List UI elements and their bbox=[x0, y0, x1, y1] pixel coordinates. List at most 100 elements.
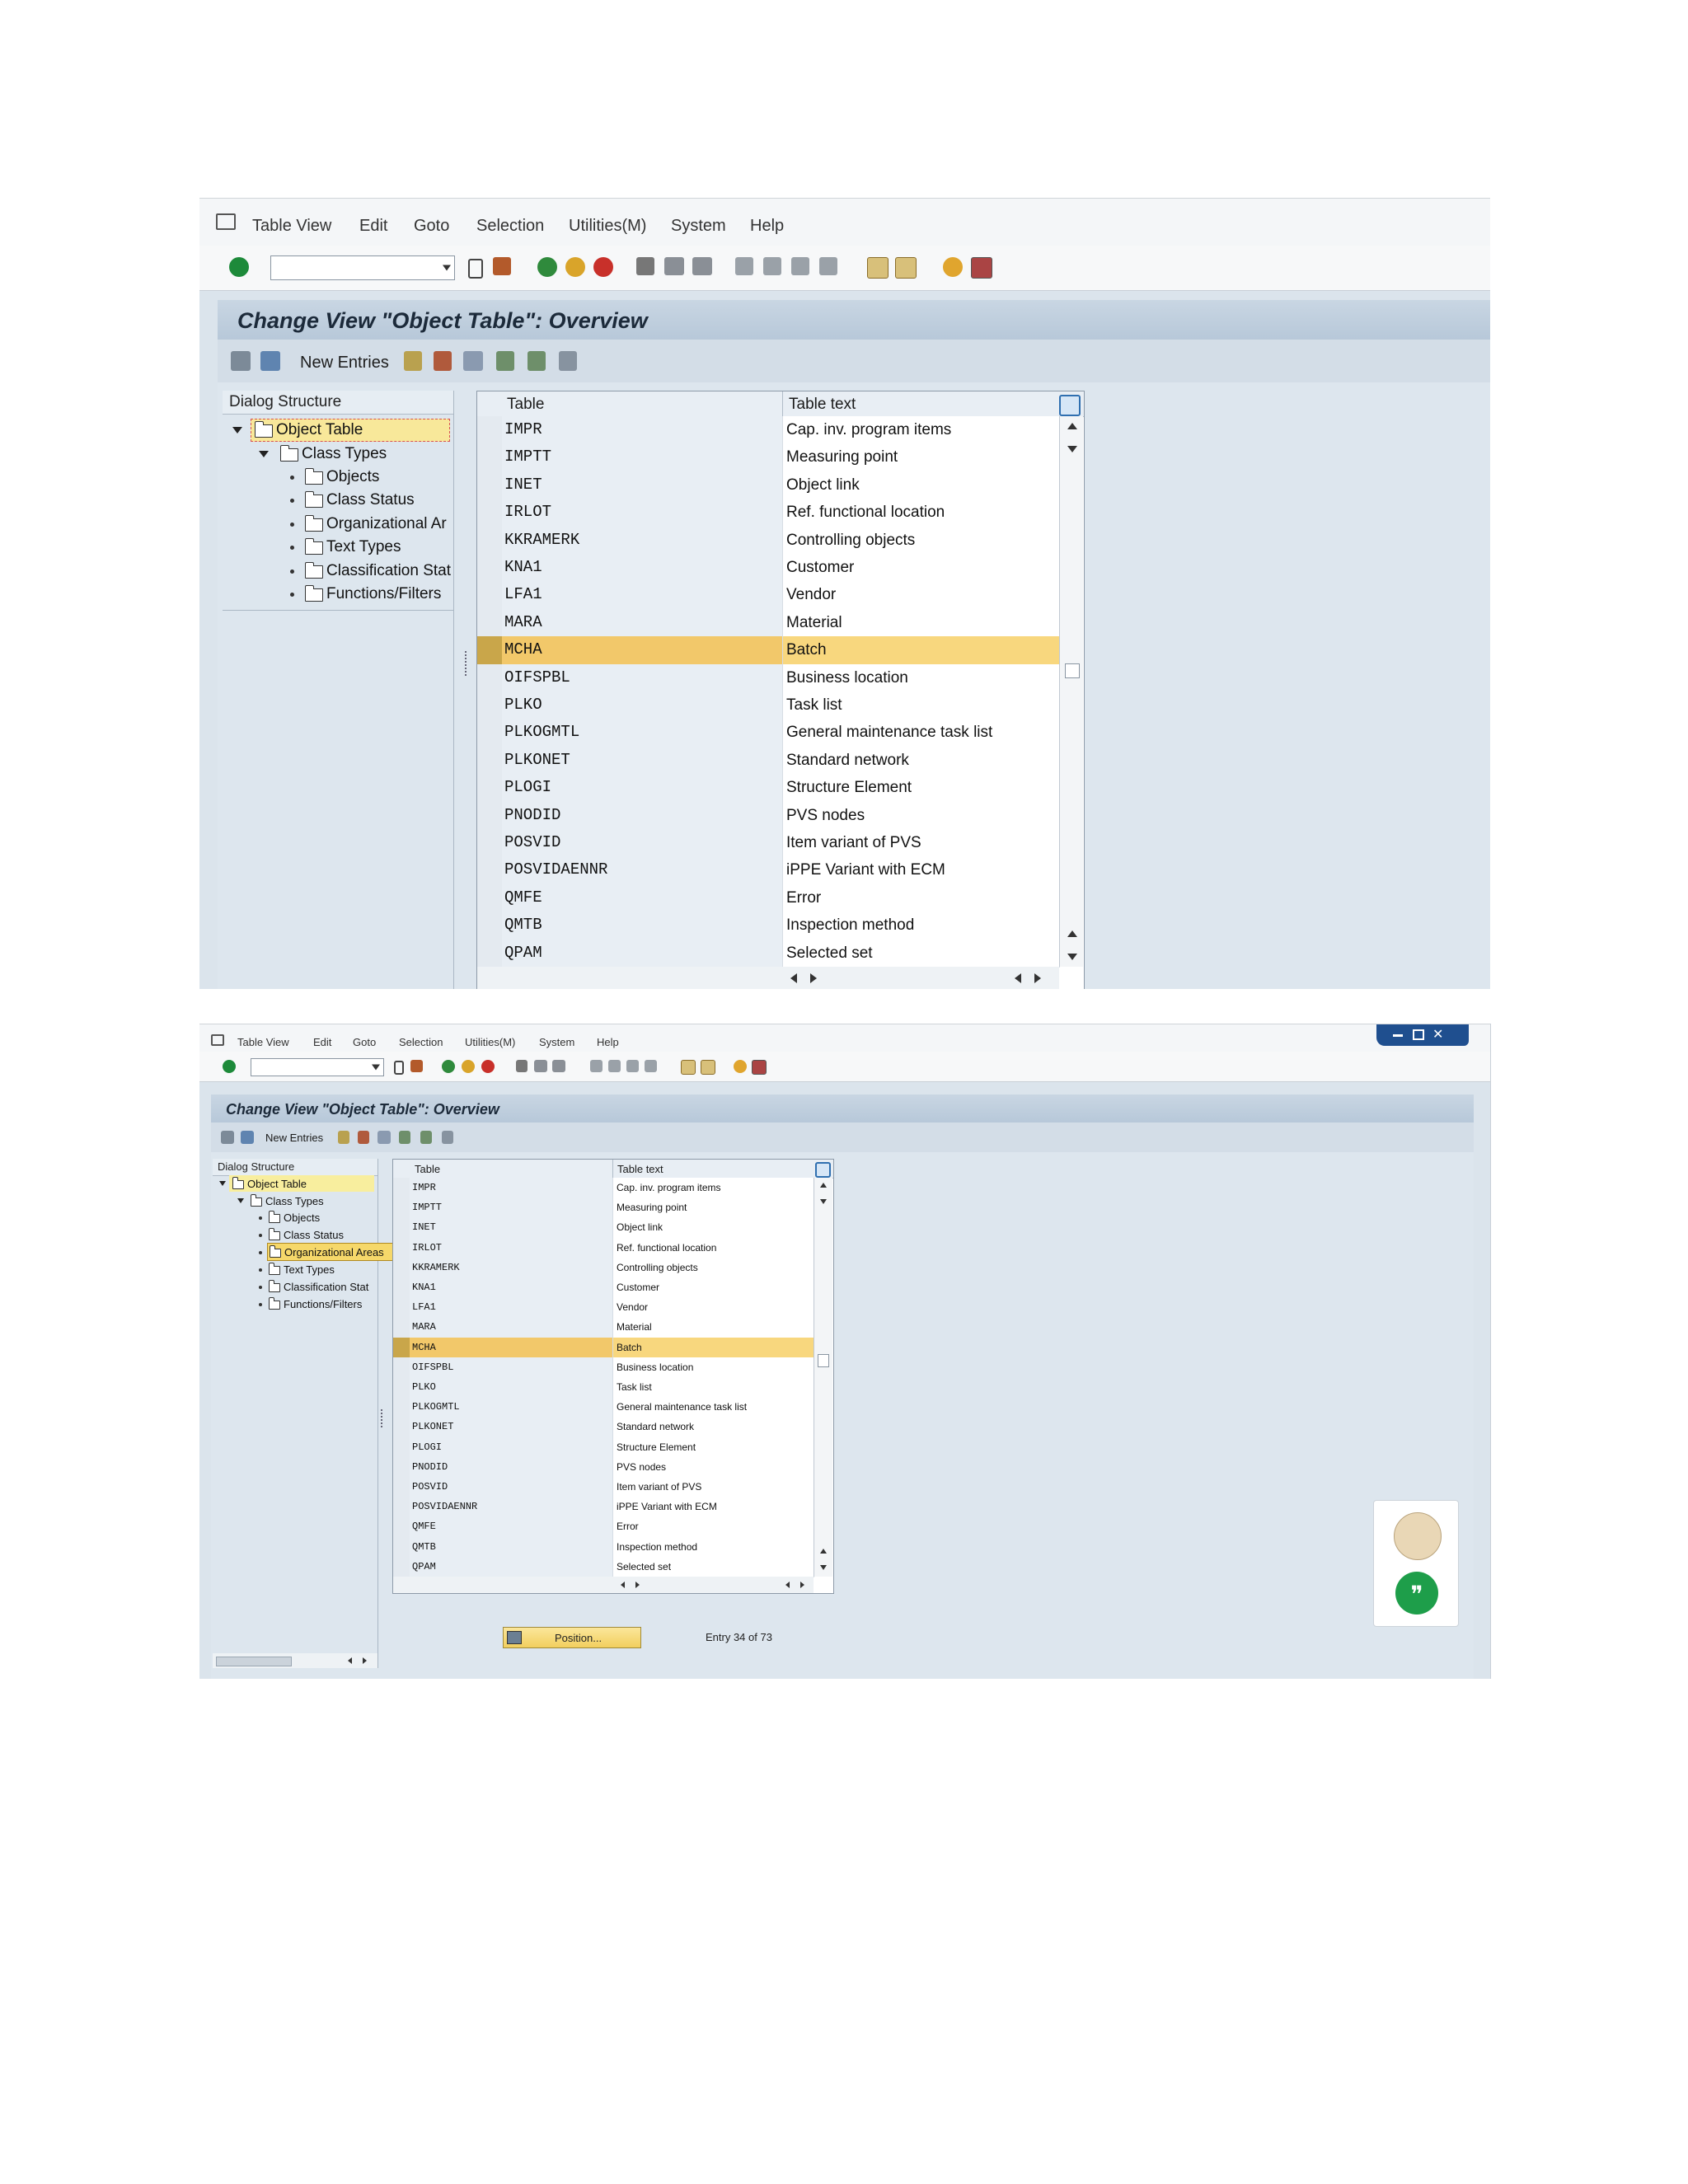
copy-as-icon[interactable] bbox=[404, 351, 422, 371]
table-row[interactable]: INET Object link bbox=[393, 1217, 814, 1239]
scroll-right-icon[interactable] bbox=[810, 973, 817, 983]
row-selector[interactable] bbox=[393, 1477, 410, 1497]
table-row[interactable]: PLKO Task list bbox=[477, 691, 1060, 720]
cell-table-text[interactable]: Inspection method bbox=[782, 912, 1060, 940]
last-page-icon[interactable] bbox=[645, 1060, 657, 1072]
menu-goto[interactable]: Goto bbox=[353, 1036, 376, 1048]
scroll-left-icon[interactable] bbox=[348, 1657, 352, 1664]
scroll-left-icon[interactable] bbox=[790, 973, 797, 983]
table-row[interactable]: QPAM Selected set bbox=[477, 939, 1060, 968]
row-selector[interactable] bbox=[477, 774, 503, 802]
help-icon[interactable] bbox=[734, 1060, 747, 1073]
row-selector[interactable] bbox=[477, 856, 503, 884]
table-row[interactable]: QPAM Selected set bbox=[393, 1556, 814, 1577]
scroll-page-up-icon[interactable] bbox=[820, 1549, 827, 1554]
print-icon[interactable] bbox=[516, 1060, 528, 1072]
scroll-page-down-icon[interactable] bbox=[820, 1565, 827, 1570]
layout-icon[interactable] bbox=[752, 1060, 767, 1075]
cell-table[interactable]: POSVID bbox=[502, 829, 785, 858]
cell-table[interactable]: IRLOT bbox=[410, 1237, 615, 1258]
green-back-icon[interactable] bbox=[442, 1060, 455, 1073]
splitter-handle[interactable] bbox=[465, 651, 469, 676]
cell-table[interactable]: MCHA bbox=[410, 1337, 615, 1358]
table-row[interactable]: PLKONET Standard network bbox=[477, 746, 1060, 776]
new-entries-button[interactable]: New Entries bbox=[265, 1132, 323, 1144]
select-all-icon[interactable] bbox=[496, 351, 514, 371]
row-selector[interactable] bbox=[477, 912, 503, 940]
find-next-icon[interactable] bbox=[692, 257, 712, 275]
table-settings-icon[interactable] bbox=[1059, 395, 1081, 416]
chat-quote-icon[interactable]: ❞ bbox=[1395, 1572, 1438, 1615]
table-row[interactable]: POSVID Item variant of PVS bbox=[477, 829, 1060, 858]
cell-table-text[interactable]: Business location bbox=[612, 1357, 814, 1378]
table-row[interactable]: IRLOT Ref. functional location bbox=[393, 1237, 814, 1258]
menu-selection[interactable]: Selection bbox=[399, 1036, 443, 1048]
scroll-left-icon[interactable] bbox=[621, 1582, 625, 1588]
shortcut-icon[interactable] bbox=[895, 257, 917, 279]
cell-table[interactable]: QMTB bbox=[410, 1536, 615, 1558]
row-selector[interactable] bbox=[477, 526, 503, 554]
cell-table-text[interactable]: Selected set bbox=[612, 1556, 814, 1577]
row-selector[interactable] bbox=[393, 1456, 410, 1477]
table-row[interactable]: OIFSPBL Business location bbox=[477, 663, 1060, 692]
scroll-down-icon[interactable] bbox=[1067, 446, 1077, 452]
close-icon[interactable]: ✕ bbox=[1432, 1026, 1443, 1043]
find-icon[interactable] bbox=[664, 257, 684, 275]
cell-table[interactable]: QMFE bbox=[410, 1516, 615, 1538]
cell-table-text[interactable]: Structure Element bbox=[612, 1436, 814, 1458]
cell-table[interactable]: QPAM bbox=[410, 1556, 615, 1577]
undo-change-icon[interactable] bbox=[377, 1131, 391, 1144]
cell-table-text[interactable]: Task list bbox=[612, 1377, 814, 1399]
cell-table-text[interactable]: Item variant of PVS bbox=[612, 1477, 814, 1498]
horizontal-scrollbar[interactable] bbox=[477, 967, 1059, 989]
vertical-scrollbar[interactable] bbox=[814, 1178, 832, 1577]
cell-table-text[interactable]: Ref. functional location bbox=[782, 499, 1060, 527]
row-selector[interactable] bbox=[393, 1536, 410, 1557]
cell-table-text[interactable]: General maintenance task list bbox=[612, 1397, 814, 1418]
table-row[interactable]: QMFE Error bbox=[477, 883, 1060, 913]
row-selector[interactable] bbox=[477, 883, 503, 912]
select-block-icon[interactable] bbox=[528, 351, 546, 371]
table-row[interactable]: INET Object link bbox=[477, 471, 1060, 500]
enter-icon[interactable] bbox=[223, 1060, 236, 1073]
last-page-icon[interactable] bbox=[819, 257, 837, 275]
table-row[interactable]: MCHA Batch bbox=[477, 636, 1060, 665]
expand-triangle-icon[interactable] bbox=[232, 427, 242, 434]
expand-triangle-icon[interactable] bbox=[237, 1198, 244, 1203]
save-icon[interactable] bbox=[410, 1060, 423, 1072]
inspect-icon[interactable] bbox=[260, 351, 280, 371]
scroll-thumb[interactable] bbox=[818, 1354, 829, 1367]
row-selector[interactable] bbox=[393, 1337, 410, 1357]
row-selector[interactable] bbox=[393, 1257, 410, 1277]
cell-table-text[interactable]: Business location bbox=[782, 663, 1060, 692]
cell-table-text[interactable]: Ref. functional location bbox=[612, 1237, 814, 1258]
row-selector[interactable] bbox=[393, 1516, 410, 1537]
cell-table[interactable]: PLKO bbox=[410, 1377, 615, 1399]
row-selector[interactable] bbox=[393, 1197, 410, 1218]
cell-table[interactable]: PLKOGMTL bbox=[410, 1397, 615, 1418]
cell-table-text[interactable]: Material bbox=[782, 608, 1060, 638]
table-row[interactable]: PLKONET Standard network bbox=[393, 1417, 814, 1438]
position-button[interactable]: Position... bbox=[503, 1627, 641, 1648]
scroll-right-icon[interactable] bbox=[1034, 973, 1041, 983]
save-icon[interactable] bbox=[493, 257, 511, 275]
cell-table-text[interactable]: iPPE Variant with ECM bbox=[612, 1497, 814, 1518]
row-selector[interactable] bbox=[477, 608, 503, 637]
row-selector[interactable] bbox=[393, 1357, 410, 1377]
table-row[interactable]: PLOGI Structure Element bbox=[393, 1436, 814, 1458]
help-icon[interactable] bbox=[943, 257, 963, 277]
scroll-page-up-icon[interactable] bbox=[1067, 930, 1077, 937]
scroll-page-down-icon[interactable] bbox=[1067, 954, 1077, 960]
menu-icon[interactable] bbox=[211, 1034, 224, 1046]
deselect-all-icon[interactable] bbox=[442, 1131, 453, 1144]
scroll-up-icon[interactable] bbox=[1067, 423, 1077, 429]
scroll-down-icon[interactable] bbox=[820, 1199, 827, 1204]
cell-table[interactable]: POSVID bbox=[410, 1477, 615, 1498]
cell-table[interactable]: PLOGI bbox=[502, 774, 785, 803]
scroll-thumb[interactable] bbox=[1065, 663, 1080, 678]
row-selector[interactable] bbox=[477, 719, 503, 747]
cell-table-text[interactable]: Object link bbox=[612, 1217, 814, 1239]
row-selector[interactable] bbox=[477, 829, 503, 857]
menu-help[interactable]: Help bbox=[750, 217, 784, 236]
menu-selection[interactable]: Selection bbox=[476, 217, 544, 236]
